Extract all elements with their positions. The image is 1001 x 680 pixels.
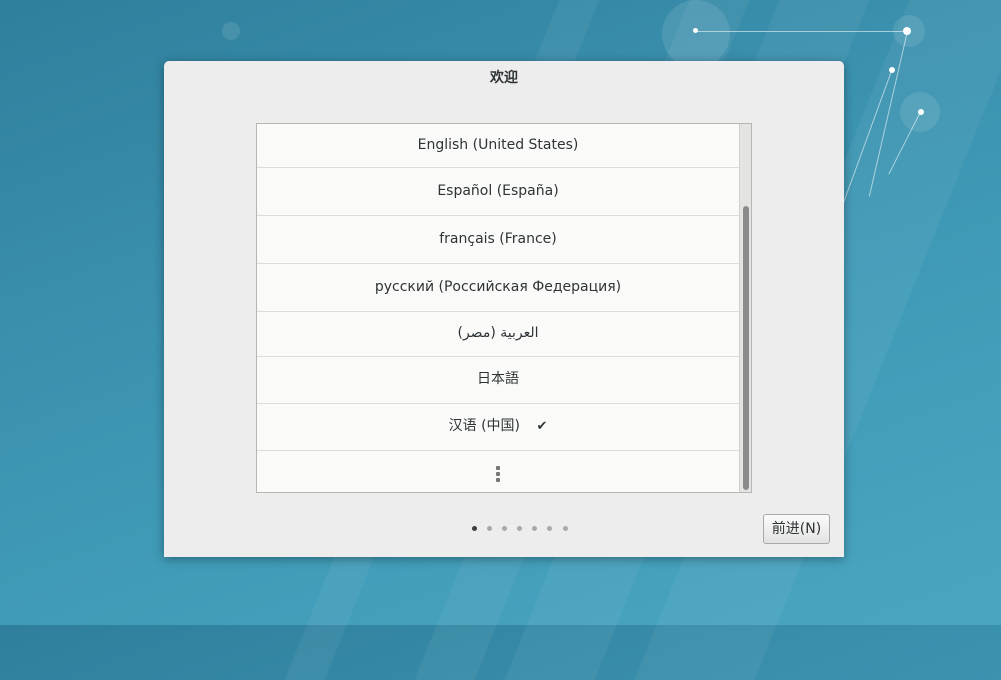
language-label: 日本語 <box>477 371 519 387</box>
dialog-title: 欢迎 <box>490 70 518 86</box>
page-dot-active <box>472 526 477 531</box>
language-item[interactable]: русский (Российская Федерация) <box>257 264 739 312</box>
page-dot <box>502 526 508 531</box>
language-item[interactable]: 日本語 <box>257 357 739 404</box>
language-label: русский (Российская Федерация) <box>374 279 622 295</box>
scrollbar-thumb[interactable] <box>743 206 749 490</box>
page-dot <box>562 526 568 531</box>
language-item-selected[interactable]: 汉语 (中国) ✔ <box>257 404 739 451</box>
language-item[interactable]: العربية (مصر) <box>257 312 739 357</box>
more-languages-item[interactable] <box>257 451 739 492</box>
page-dot <box>517 526 523 531</box>
more-vertical-icon <box>496 464 500 484</box>
language-item[interactable]: français (France) <box>257 216 739 264</box>
next-button[interactable]: 前进(N) <box>763 514 830 544</box>
language-item[interactable]: Español (España) <box>257 168 739 216</box>
check-icon: ✔ <box>536 419 548 434</box>
scrollbar[interactable] <box>739 124 751 492</box>
language-label: français (France) <box>439 231 557 247</box>
language-label: English (United States) <box>417 137 579 153</box>
language-list[interactable]: English (United States) Español (España)… <box>256 123 752 493</box>
page-dot <box>532 526 538 531</box>
page-dot <box>547 526 553 531</box>
language-label: 汉语 (中国) <box>448 418 520 434</box>
page-indicator <box>472 526 573 534</box>
welcome-dialog: 欢迎 English (United States) Español (Espa… <box>164 61 844 557</box>
language-label: العربية (مصر) <box>457 325 539 341</box>
language-label: Español (España) <box>437 183 559 199</box>
page-dot <box>487 526 493 531</box>
language-item[interactable]: English (United States) <box>257 124 739 168</box>
